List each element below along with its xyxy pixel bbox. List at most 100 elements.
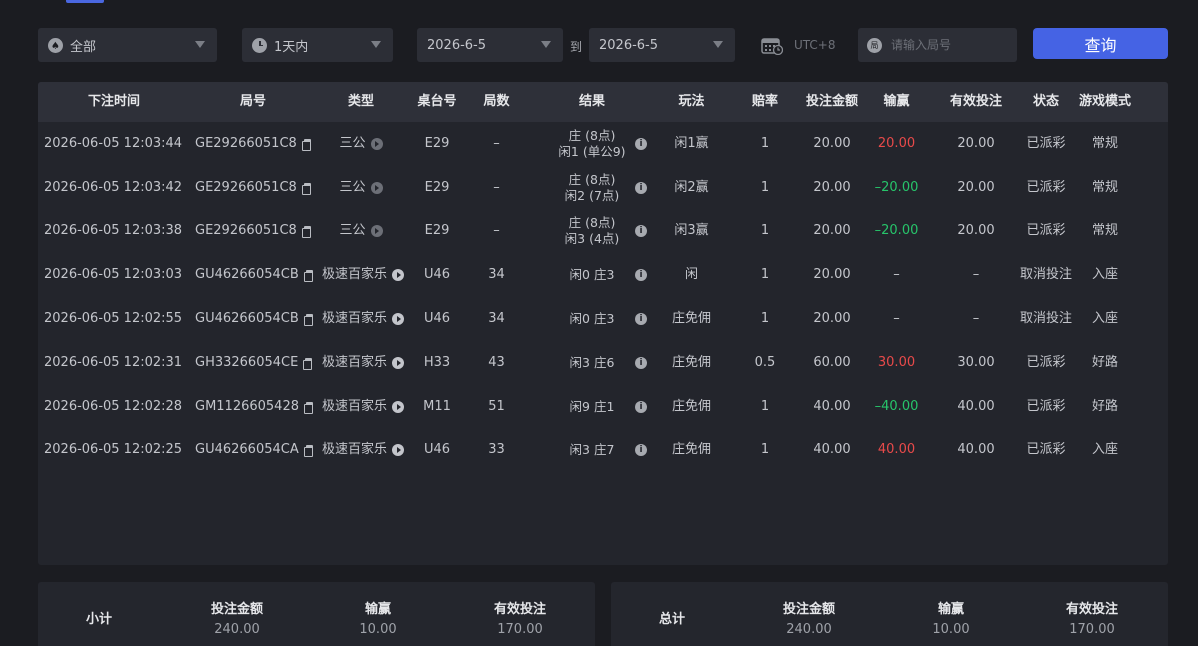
total-amount-label: 投注金额 [782,602,835,617]
game-mode-cell: 常规 [1091,179,1118,195]
info-icon[interactable]: i [635,356,647,369]
header-result[interactable]: 结果 [525,94,659,110]
play-replay-icon[interactable] [392,313,405,326]
play-cell: 庄免佣 [671,398,711,414]
play-replay-icon[interactable] [370,137,383,150]
play-cell: 闲 [684,267,698,283]
spade-icon: ♠ [48,37,63,53]
type-cell: 极速百家乐 [316,442,406,458]
header-win-loss[interactable]: 输赢 [858,94,935,110]
game-mode-cell: 入座 [1091,311,1118,327]
header-game-mode[interactable]: 游戏模式 [1075,94,1135,110]
bet-time-cell: 2026-06-05 12:03:42 [44,179,183,195]
header-odds[interactable]: 赔率 [724,94,806,110]
table-row[interactable]: 2026-06-05 12:02:25 GU46266054CA 极速百家乐 U46 3… [38,429,1168,473]
table-header: 下注时间 局号 类型 桌台号 局数 结果 玩法 赔率 投注金额 输赢 有效投注 … [38,82,1168,122]
result-line: 庄 (8点) [568,127,616,143]
play-replay-icon[interactable] [392,269,405,282]
odds-cell: 1 [760,267,770,283]
round-id-cell: GU46266054CA [190,442,316,458]
win-loss-cell: –40.00 [874,398,919,414]
round-count-cell: 43 [488,354,505,370]
game-type: 三公 [339,135,366,151]
copy-icon[interactable] [304,401,313,414]
table-no-cell: U46 [423,311,451,327]
period-select[interactable]: 1天内 [242,28,393,62]
result-cell: 闲9 庄1 i [525,399,659,415]
win-loss-cell: –20.00 [874,179,919,195]
play-replay-icon[interactable] [392,356,405,369]
table-row[interactable]: 2026-06-05 12:03:38 GE29266051C8 三公 E29 – 庄 (… [38,210,1168,254]
copy-icon[interactable] [303,270,313,283]
play-cell: 庄免佣 [671,442,711,458]
play-replay-icon[interactable] [392,444,405,457]
bet-time-cell: 2026-06-05 12:03:38 [44,223,183,239]
bet-amount-cell: 20.00 [813,311,851,327]
bet-amount-cell: 20.00 [813,179,851,195]
round-count-cell: – [493,135,500,151]
info-icon[interactable]: i [635,225,647,238]
play-replay-icon[interactable] [392,400,405,413]
header-type[interactable]: 类型 [316,94,406,110]
type-cell: 三公 [316,136,406,152]
type-cell: 三公 [316,223,406,239]
header-valid-bet[interactable]: 有效投注 [935,94,1017,110]
info-icon[interactable]: i [635,181,647,194]
round-id: GE29266051C8 [195,179,297,195]
header-bet-time[interactable]: 下注时间 [38,94,190,110]
header-play[interactable]: 玩法 [659,94,724,110]
copy-icon[interactable] [303,314,313,327]
bet-time-cell: 2026-06-05 12:02:55 [44,311,183,327]
date-to-select[interactable]: 2026-6-5 [589,28,735,62]
play-replay-icon[interactable] [370,181,383,194]
info-icon[interactable]: i [635,313,647,326]
query-button[interactable]: 查询 [1033,28,1168,59]
round-id: GE29266051C8 [195,135,297,151]
round-search-input[interactable] [891,38,1011,52]
play-replay-icon[interactable] [370,225,383,238]
game-type-select[interactable]: ♠ 全部 [38,28,217,62]
round-count-cell: – [493,179,500,195]
header-table-no[interactable]: 桌台号 [406,94,468,110]
header-round-count[interactable]: 局数 [468,94,525,110]
result-line: 闲3 庄7 [569,442,615,458]
result-cell: 闲0 庄3 i [525,311,659,327]
status-cell: 已派彩 [1026,398,1066,414]
bet-amount-cell: 40.00 [813,442,851,458]
table-row[interactable]: 2026-06-05 12:03:03 GU46266054CB 极速百家乐 U46 3… [38,253,1168,297]
table-row[interactable]: 2026-06-05 12:02:28 GM1126605428 极速百家乐 M11 5… [38,385,1168,429]
info-icon[interactable]: i [635,444,647,457]
header-bet-amount[interactable]: 投注金额 [806,94,858,110]
table-row[interactable]: 2026-06-05 12:03:44 GE29266051C8 三公 E29 – 庄 (… [38,122,1168,166]
round-id-cell: GE29266051C8 [190,180,316,196]
bet-time-cell: 2026-06-05 12:03:03 [44,267,183,283]
date-from-select[interactable]: 2026-6-5 [417,28,563,62]
calendar-timezone-icon[interactable] [761,37,783,55]
chevron-down-icon [195,41,205,48]
copy-icon[interactable] [301,226,311,239]
header-status[interactable]: 状态 [1017,94,1075,110]
copy-icon[interactable] [303,357,313,370]
valid-bet-cell: – [972,267,980,283]
copy-icon[interactable] [301,182,311,195]
table-row[interactable]: 2026-06-05 12:02:55 GU46266054CB 极速百家乐 U46 3… [38,297,1168,341]
round-search-box[interactable]: 局 [858,28,1017,62]
table-no-cell: E29 [424,223,450,239]
table-row[interactable]: 2026-06-05 12:02:31 GH33266054CE 极速百家乐 H33 4… [38,341,1168,385]
info-icon[interactable]: i [635,269,647,282]
total-panel: 总计 投注金额 240.00 输赢 10.00 有效投注 170.00 [611,582,1168,646]
table-no-cell: E29 [424,179,450,195]
copy-icon[interactable] [303,445,313,458]
info-icon[interactable]: i [635,137,647,150]
copy-icon[interactable] [301,138,311,151]
header-round-id[interactable]: 局号 [190,94,316,110]
subtotal-winloss-label: 输赢 [364,602,391,617]
table-row[interactable]: 2026-06-05 12:03:42 GE29266051C8 三公 E29 – 庄 (… [38,166,1168,210]
round-count-cell: 34 [488,267,505,283]
info-icon[interactable]: i [635,400,647,413]
subtotal-label: 小计 [86,612,113,627]
period-value: 1天内 [274,39,309,55]
round-id: GU46266054CA [195,442,299,458]
table-no-cell: M11 [423,398,451,414]
result-line: 闲0 庄3 [569,311,615,327]
